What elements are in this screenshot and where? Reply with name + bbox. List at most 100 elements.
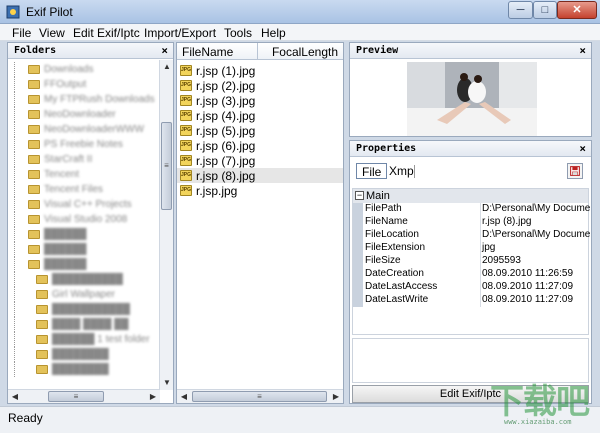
folders-panel: Folders × Downloads FFOutput My FTPRush Do… (7, 42, 174, 404)
folder-tree-item[interactable]: PS Freebie Notes (8, 137, 160, 152)
menu-view[interactable]: View (39, 26, 65, 40)
menu-edit-exif-iptc[interactable]: Edit Exif/Iptc (73, 26, 140, 40)
file-list-item[interactable]: JPG r.jsp (1).jpg (177, 63, 343, 78)
folder-icon (28, 155, 40, 164)
scroll-left-arrow-icon[interactable]: ◀ (177, 390, 191, 403)
folder-name: ████ ████ ██ (52, 319, 129, 330)
property-row[interactable]: DateLastAccess 08.09.2010 11:27:09 (353, 281, 588, 294)
tree-line (14, 362, 15, 377)
folder-tree-item[interactable]: ██████ 1 test folder (8, 332, 160, 347)
folder-tree-item[interactable]: StarCraft II (8, 152, 160, 167)
scroll-right-arrow-icon[interactable]: ▶ (146, 390, 160, 403)
jpg-file-icon: JPG (180, 155, 192, 166)
tree-line (14, 137, 15, 152)
folder-name: Visual Studio 2008 (44, 214, 128, 225)
property-key: DateLastWrite (365, 294, 429, 305)
menu-import-export[interactable]: Import/Export (144, 26, 216, 40)
files-horizontal-scrollbar[interactable]: ◀ ≡ ▶ (177, 389, 343, 403)
scroll-thumb[interactable]: ≡ (192, 391, 327, 402)
scroll-thumb[interactable]: ≡ (161, 122, 172, 210)
minimize-button[interactable]: ─ (508, 1, 533, 19)
file-list-item[interactable]: JPG r.jsp (7).jpg (177, 153, 343, 168)
folder-name: ██████ (44, 244, 87, 255)
folder-tree-item[interactable]: Tencent Files (8, 182, 160, 197)
folder-icon (28, 185, 40, 194)
tree-line (14, 317, 15, 332)
folders-vertical-scrollbar[interactable]: ▲ ≡ ▼ (159, 60, 173, 390)
property-row[interactable]: FileName r.jsp (8).jpg (353, 216, 588, 229)
folders-panel-close-button[interactable]: × (161, 44, 168, 57)
folder-tree-item[interactable]: NeoDownloader (8, 107, 160, 122)
folder-tree-item[interactable]: ██████ (8, 257, 160, 272)
folder-name: ██████ 1 test folder (52, 334, 150, 345)
property-value: D:\Personal\My Docume... (482, 229, 592, 240)
tree-line (14, 302, 15, 317)
folder-tree-item[interactable]: ████████ (8, 362, 160, 377)
folder-icon (36, 335, 48, 344)
file-list-item[interactable]: JPG r.jsp.jpg (177, 183, 343, 198)
folder-tree-item[interactable]: Visual Studio 2008 (8, 212, 160, 227)
folder-tree-item[interactable]: My FTPRush Downloads (8, 92, 160, 107)
tree-line (14, 272, 15, 287)
tree-line (14, 167, 15, 182)
property-row[interactable]: DateLastWrite 08.09.2010 11:27:09 (353, 294, 588, 307)
menu-help[interactable]: Help (261, 26, 286, 40)
folder-tree[interactable]: Downloads FFOutput My FTPRush Downloads Neo… (8, 60, 160, 390)
folders-horizontal-scrollbar[interactable]: ◀ ≡ ▶ (8, 389, 160, 403)
file-list-item[interactable]: JPG r.jsp (4).jpg (177, 108, 343, 123)
file-list-item[interactable]: JPG r.jsp (2).jpg (177, 78, 343, 93)
folder-tree-item[interactable]: FFOutput (8, 77, 160, 92)
folder-tree-item[interactable]: ██████ (8, 227, 160, 242)
scroll-thumb[interactable]: ≡ (48, 391, 104, 402)
property-category[interactable]: − Main (353, 189, 588, 203)
folder-tree-item[interactable]: ██████ (8, 242, 160, 257)
folder-tree-item[interactable]: ███████████ (8, 302, 160, 317)
property-row[interactable]: FileLocation D:\Personal\My Docume... (353, 229, 591, 242)
column-header-focallength[interactable]: FocalLength (258, 43, 343, 60)
property-value: r.jsp (8).jpg (482, 216, 532, 227)
scroll-left-arrow-icon[interactable]: ◀ (8, 390, 22, 403)
save-icon[interactable] (567, 163, 583, 179)
folder-tree-item[interactable]: ████ ████ ██ (8, 317, 160, 332)
file-list-item[interactable]: JPG r.jsp (3).jpg (177, 93, 343, 108)
property-grid: − Main FilePath D:\Personal\My Docume... F… (352, 188, 591, 335)
folder-tree-item[interactable]: Tencent (8, 167, 160, 182)
file-list-item[interactable]: JPG r.jsp (5).jpg (177, 123, 343, 138)
property-row[interactable]: FileSize 2095593 (353, 255, 588, 268)
property-row-margin (353, 255, 363, 268)
file-list-panel: FileName FocalLength JPG r.jsp (1).jpg JPG… (176, 42, 344, 404)
menu-file[interactable]: File (12, 26, 31, 40)
property-value: D:\Personal\My Docume... (482, 203, 592, 214)
tab-file[interactable]: File (356, 163, 388, 179)
property-key: DateLastAccess (365, 281, 438, 292)
file-list-item[interactable]: JPG r.jsp (6).jpg (177, 138, 343, 153)
folder-name: NeoDownloaderWWW (44, 124, 145, 135)
file-list-item[interactable]: JPG r.jsp (8).jpg (177, 168, 343, 183)
property-row[interactable]: FilePath D:\Personal\My Docume... (353, 203, 591, 216)
folder-name: ███████████ (52, 304, 130, 315)
folder-tree-item[interactable]: Girl Wallpaper (8, 287, 160, 302)
folder-tree-item[interactable]: Visual C++ Projects (8, 197, 160, 212)
preview-image (407, 62, 537, 136)
watermark-url: www.xiazaiba.com (504, 418, 572, 426)
collapse-icon[interactable]: − (355, 191, 364, 200)
close-button[interactable]: ✕ (557, 1, 597, 19)
maximize-button[interactable]: □ (533, 1, 557, 19)
folder-tree-item[interactable]: NeoDownloaderWWW (8, 122, 160, 137)
property-row[interactable]: FileExtension jpg (353, 242, 588, 255)
scroll-right-arrow-icon[interactable]: ▶ (329, 390, 343, 403)
folder-tree-item[interactable]: ██████████ (8, 272, 160, 287)
property-row-margin (353, 268, 363, 281)
property-row[interactable]: DateCreation 08.09.2010 11:26:59 (353, 268, 588, 281)
preview-panel-close-button[interactable]: × (579, 44, 586, 57)
preview-panel-header: Preview × (350, 43, 591, 59)
jpg-file-icon: JPG (180, 110, 192, 121)
scroll-down-arrow-icon[interactable]: ▼ (160, 376, 173, 390)
menu-tools[interactable]: Tools (224, 26, 252, 40)
folder-tree-item[interactable]: ████████ (8, 347, 160, 362)
file-name: r.jsp (2).jpg (196, 79, 256, 93)
folder-tree-item[interactable]: Downloads (8, 62, 160, 77)
properties-panel-close-button[interactable]: × (579, 142, 586, 155)
column-header-filename[interactable]: FileName (177, 43, 258, 60)
scroll-up-arrow-icon[interactable]: ▲ (160, 60, 173, 74)
